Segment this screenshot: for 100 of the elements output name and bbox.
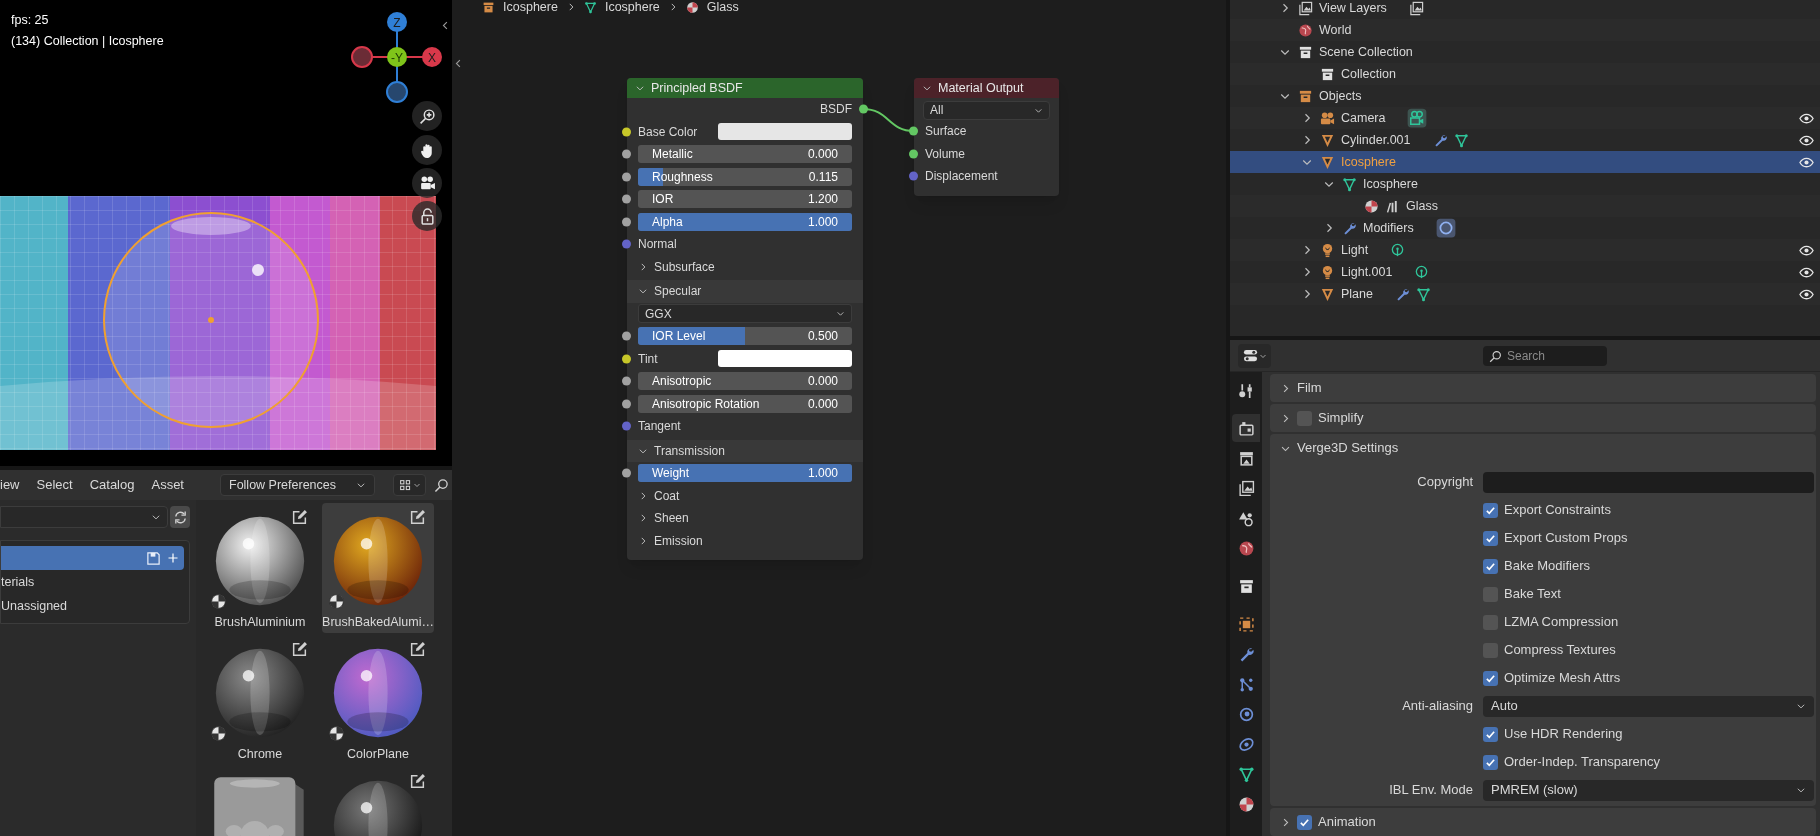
node-header[interactable]: Material Output [914,78,1059,98]
refresh-button[interactable] [170,506,190,528]
outliner-label[interactable]: Collection [1341,64,1396,84]
outliner-label[interactable]: View Layers [1319,0,1387,18]
edit-icon[interactable] [409,641,426,658]
panel-label[interactable]: Sheen [654,509,689,528]
outliner-label[interactable]: Scene Collection [1319,42,1413,62]
dropdown[interactable]: PMREM (slow) [1483,779,1814,801]
display-mode-button[interactable] [393,474,426,496]
panel-label[interactable]: Emission [654,531,703,550]
checkbox-label[interactable]: Optimize Mesh Attrs [1504,668,1621,688]
panel-title[interactable]: Animation [1318,812,1376,832]
menu-item[interactable]: iew [0,475,20,495]
checkbox[interactable] [1483,754,1498,770]
socket[interactable] [622,354,631,364]
view-layers-icon[interactable] [1408,0,1424,16]
outliner-label[interactable]: Icosphere [1363,174,1418,194]
socket[interactable] [859,104,868,114]
panel-title[interactable]: Film [1297,378,1322,398]
edit-icon[interactable] [291,509,308,526]
slider-field[interactable]: IOR 1.200 [638,190,852,209]
socket[interactable] [622,149,631,159]
navigation-button[interactable] [412,135,442,165]
breadcrumb-item[interactable]: Icosphere [503,0,558,17]
edit-icon[interactable] [409,509,426,526]
asset-tile[interactable]: BrushBakedAlumi… [322,503,434,633]
outliner-label[interactable]: Camera [1341,108,1386,128]
checkbox-label[interactable]: Export Constraints [1504,500,1611,520]
slider-field[interactable]: Anisotropic Rotation 0.000 [638,394,852,413]
checkbox[interactable] [1483,558,1498,574]
socket[interactable] [622,172,631,182]
navigation-button[interactable] [412,168,442,198]
import-method-dropdown[interactable]: Follow Preferences [220,474,375,496]
panel-label[interactable]: Specular [654,282,702,301]
list-row[interactable]: Unassigned [1,594,184,618]
panel-title[interactable]: Simplify [1318,408,1364,428]
outliner-label[interactable]: Objects [1319,86,1362,106]
search-field[interactable]: Search [1483,345,1607,366]
outliner-label[interactable]: Icosphere [1341,152,1396,172]
socket[interactable] [909,126,918,136]
text-field[interactable] [1483,471,1814,493]
mesh-icon[interactable] [1453,132,1469,148]
outliner-label[interactable]: Light.001 [1341,262,1393,282]
panel-title[interactable]: Verge3D Settings [1297,438,1399,458]
menu-item[interactable]: Asset [151,475,184,495]
edit-icon[interactable] [291,641,308,658]
checkbox-label[interactable]: Compress Textures [1504,640,1616,660]
distribution-dropdown[interactable]: GGX [638,304,852,324]
bulb-icon[interactable] [1390,242,1406,258]
mesh-icon[interactable] [1416,286,1431,302]
search-icon[interactable] [434,477,449,493]
panel-label[interactable]: Coat [654,486,680,505]
breadcrumb-item[interactable]: Glass [706,0,739,17]
gizmo-handle[interactable] [351,46,373,68]
checkbox[interactable] [1483,726,1498,742]
checkbox-label[interactable]: Export Custom Props [1504,528,1628,548]
outliner-row[interactable]: Icosphere [1230,151,1820,173]
save-icon[interactable] [146,550,161,566]
navigation-button[interactable] [412,101,442,131]
checkbox[interactable] [1483,530,1498,546]
outliner-label[interactable]: Light [1341,240,1369,260]
gizmo-axis-handle[interactable]: X [422,47,442,67]
list-row[interactable]: terials [1,570,184,594]
checkbox[interactable] [1483,502,1498,518]
slider-field[interactable]: Alpha 1.000 [638,212,852,231]
checkbox-label[interactable]: Bake Modifiers [1504,556,1590,576]
slider-field[interactable]: Metallic 0.000 [638,145,852,164]
editor-type-button[interactable] [1238,343,1271,368]
node-header[interactable]: Principled BSDF [627,78,863,98]
socket[interactable] [909,149,918,159]
outliner-label[interactable]: World [1319,20,1352,40]
socket[interactable] [622,194,631,204]
panel-label[interactable]: Subsurface [654,257,715,276]
menu-item[interactable]: Catalog [89,475,135,495]
checkbox-label[interactable]: Use HDR Rendering [1504,724,1623,744]
asset-tile[interactable]: Chrome [204,635,316,765]
socket[interactable] [622,468,631,478]
asset-tile[interactable]: ColorPlane [322,635,434,765]
socket[interactable] [622,376,631,386]
color-swatch[interactable] [718,123,852,141]
color-swatch[interactable] [718,350,852,368]
wrench-icon[interactable] [1395,286,1410,302]
outliner-label[interactable]: Glass [1406,196,1438,216]
target-dropdown[interactable]: All [923,100,1050,120]
camera-icon[interactable] [1407,108,1428,128]
gizmo-axis-handle[interactable]: -Y [387,47,407,67]
edit-icon[interactable] [409,773,426,790]
slider-field[interactable]: Weight 1.000 [638,464,852,483]
properties-tab[interactable] [1232,414,1260,442]
asset-tile[interactable]: BrushAluminium [204,503,316,633]
slider-field[interactable]: IOR Level 0.500 [638,327,852,346]
checkbox-label[interactable]: LZMA Compression [1504,612,1619,632]
gizmo-handle[interactable] [386,81,408,103]
checkbox[interactable] [1483,670,1498,686]
socket[interactable] [622,331,631,341]
gizmo-axis-handle[interactable]: Z [387,12,407,32]
socket[interactable] [622,399,631,409]
dropdown[interactable]: Auto [1483,695,1814,717]
socket[interactable] [622,127,631,137]
bulb-icon[interactable] [1414,264,1430,280]
